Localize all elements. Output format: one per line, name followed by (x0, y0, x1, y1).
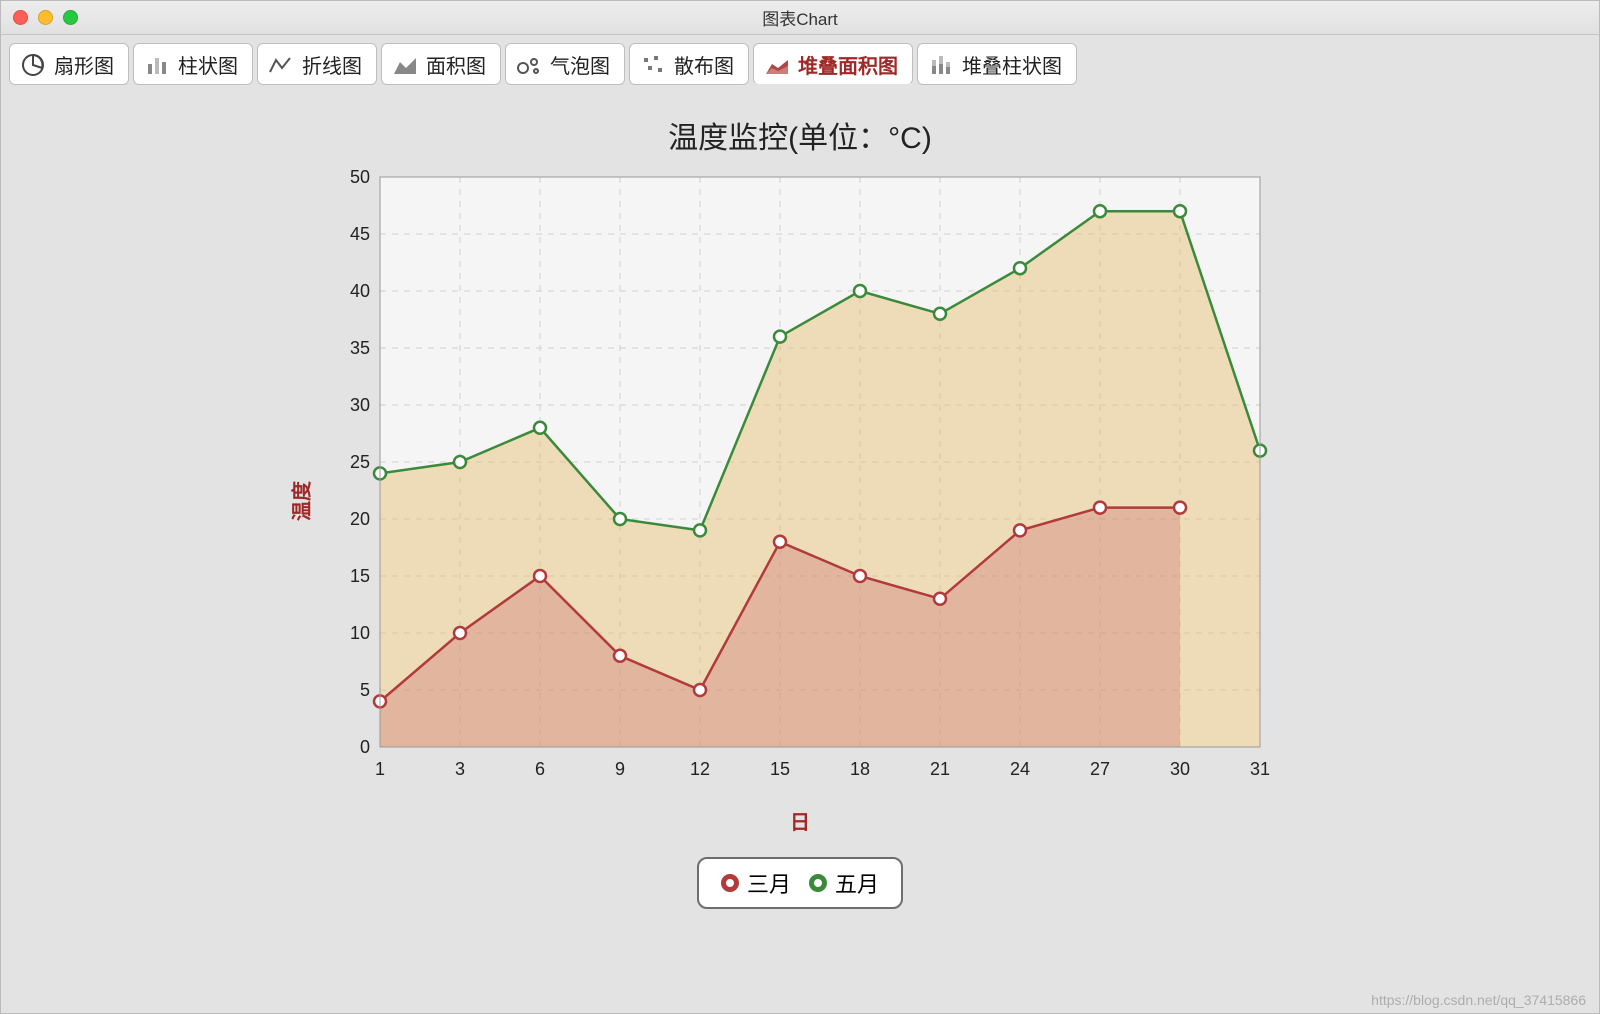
app-window: 图表Chart 扇形图 柱状图 折线图 (0, 0, 1600, 1014)
tab-bar[interactable]: 柱状图 (133, 43, 253, 85)
legend-symbol (721, 874, 739, 892)
legend-symbol (809, 874, 827, 892)
window-controls (13, 10, 78, 25)
legend-item-may[interactable]: 五月 (809, 867, 879, 899)
svg-text:15: 15 (770, 759, 790, 779)
line-icon (268, 54, 294, 76)
chart-container: 温度监控(单位：°C) 温度 0 5 10 15 20 25 30 35 40 45 50 1 3 6 9 1… (9, 85, 1591, 1005)
svg-text:9: 9 (615, 759, 625, 779)
tabbar: 扇形图 柱状图 折线图 面积图 (9, 43, 1591, 85)
svg-text:30: 30 (1170, 759, 1190, 779)
tab-pie[interactable]: 扇形图 (9, 43, 129, 85)
svg-text:31: 31 (1250, 759, 1270, 779)
svg-text:12: 12 (690, 759, 710, 779)
legend: 三月 五月 (697, 857, 903, 909)
close-icon[interactable] (13, 10, 28, 25)
tab-label: 折线图 (302, 50, 362, 79)
minimize-icon[interactable] (38, 10, 53, 25)
stacked-area-icon (764, 54, 790, 76)
tab-label: 扇形图 (54, 50, 114, 79)
legend-item-march[interactable]: 三月 (721, 867, 791, 899)
svg-text:50: 50 (350, 167, 370, 187)
chart-svg: 0 5 10 15 20 25 30 35 40 45 50 1 3 6 9 12 15 18 21 24 27 30 31 (310, 167, 1290, 797)
legend-label: 五月 (835, 867, 879, 899)
stacked-bar-icon (928, 54, 954, 76)
svg-text:15: 15 (350, 566, 370, 586)
tab-stacked-area[interactable]: 堆叠面积图 (753, 43, 913, 85)
svg-text:1: 1 (375, 759, 385, 779)
svg-text:3: 3 (455, 759, 465, 779)
tab-area[interactable]: 面积图 (381, 43, 501, 85)
area-icon (392, 54, 418, 76)
svg-text:20: 20 (350, 509, 370, 529)
svg-text:21: 21 (930, 759, 950, 779)
svg-text:27: 27 (1090, 759, 1110, 779)
chart-title: 温度监控(单位：°C) (668, 113, 932, 157)
tab-scatter[interactable]: 散布图 (629, 43, 749, 85)
svg-text:24: 24 (1010, 759, 1030, 779)
pie-icon (20, 54, 46, 76)
tab-label: 堆叠面积图 (798, 50, 898, 79)
svg-text:25: 25 (350, 452, 370, 472)
svg-text:5: 5 (360, 680, 370, 700)
content-area: 扇形图 柱状图 折线图 面积图 (1, 35, 1599, 1013)
bar-icon (144, 54, 170, 76)
tab-bubble[interactable]: 气泡图 (505, 43, 625, 85)
svg-text:0: 0 (360, 737, 370, 757)
tab-label: 气泡图 (550, 50, 610, 79)
svg-text:45: 45 (350, 224, 370, 244)
tab-label: 散布图 (674, 50, 734, 79)
x-axis-label: 日 (310, 806, 1290, 835)
svg-text:6: 6 (535, 759, 545, 779)
tab-label: 柱状图 (178, 50, 238, 79)
tab-label: 面积图 (426, 50, 486, 79)
maximize-icon[interactable] (63, 10, 78, 25)
chart-box: 温度 0510152025303540455013691215182124273… (310, 167, 1290, 835)
watermark: https://blog.csdn.net/qq_37415866 (1371, 992, 1586, 1008)
svg-text:30: 30 (350, 395, 370, 415)
window-title: 图表Chart (762, 5, 838, 30)
tab-line[interactable]: 折线图 (257, 43, 377, 85)
y-axis-label: 温度 (286, 481, 315, 521)
svg-text:10: 10 (350, 623, 370, 643)
scatter-icon (640, 54, 666, 76)
tab-stacked-bar[interactable]: 堆叠柱状图 (917, 43, 1077, 85)
svg-text:40: 40 (350, 281, 370, 301)
tab-label: 堆叠柱状图 (962, 50, 1062, 79)
bubble-icon (516, 54, 542, 76)
svg-text:35: 35 (350, 338, 370, 358)
titlebar: 图表Chart (1, 1, 1599, 35)
svg-text:18: 18 (850, 759, 870, 779)
legend-label: 三月 (747, 867, 791, 899)
